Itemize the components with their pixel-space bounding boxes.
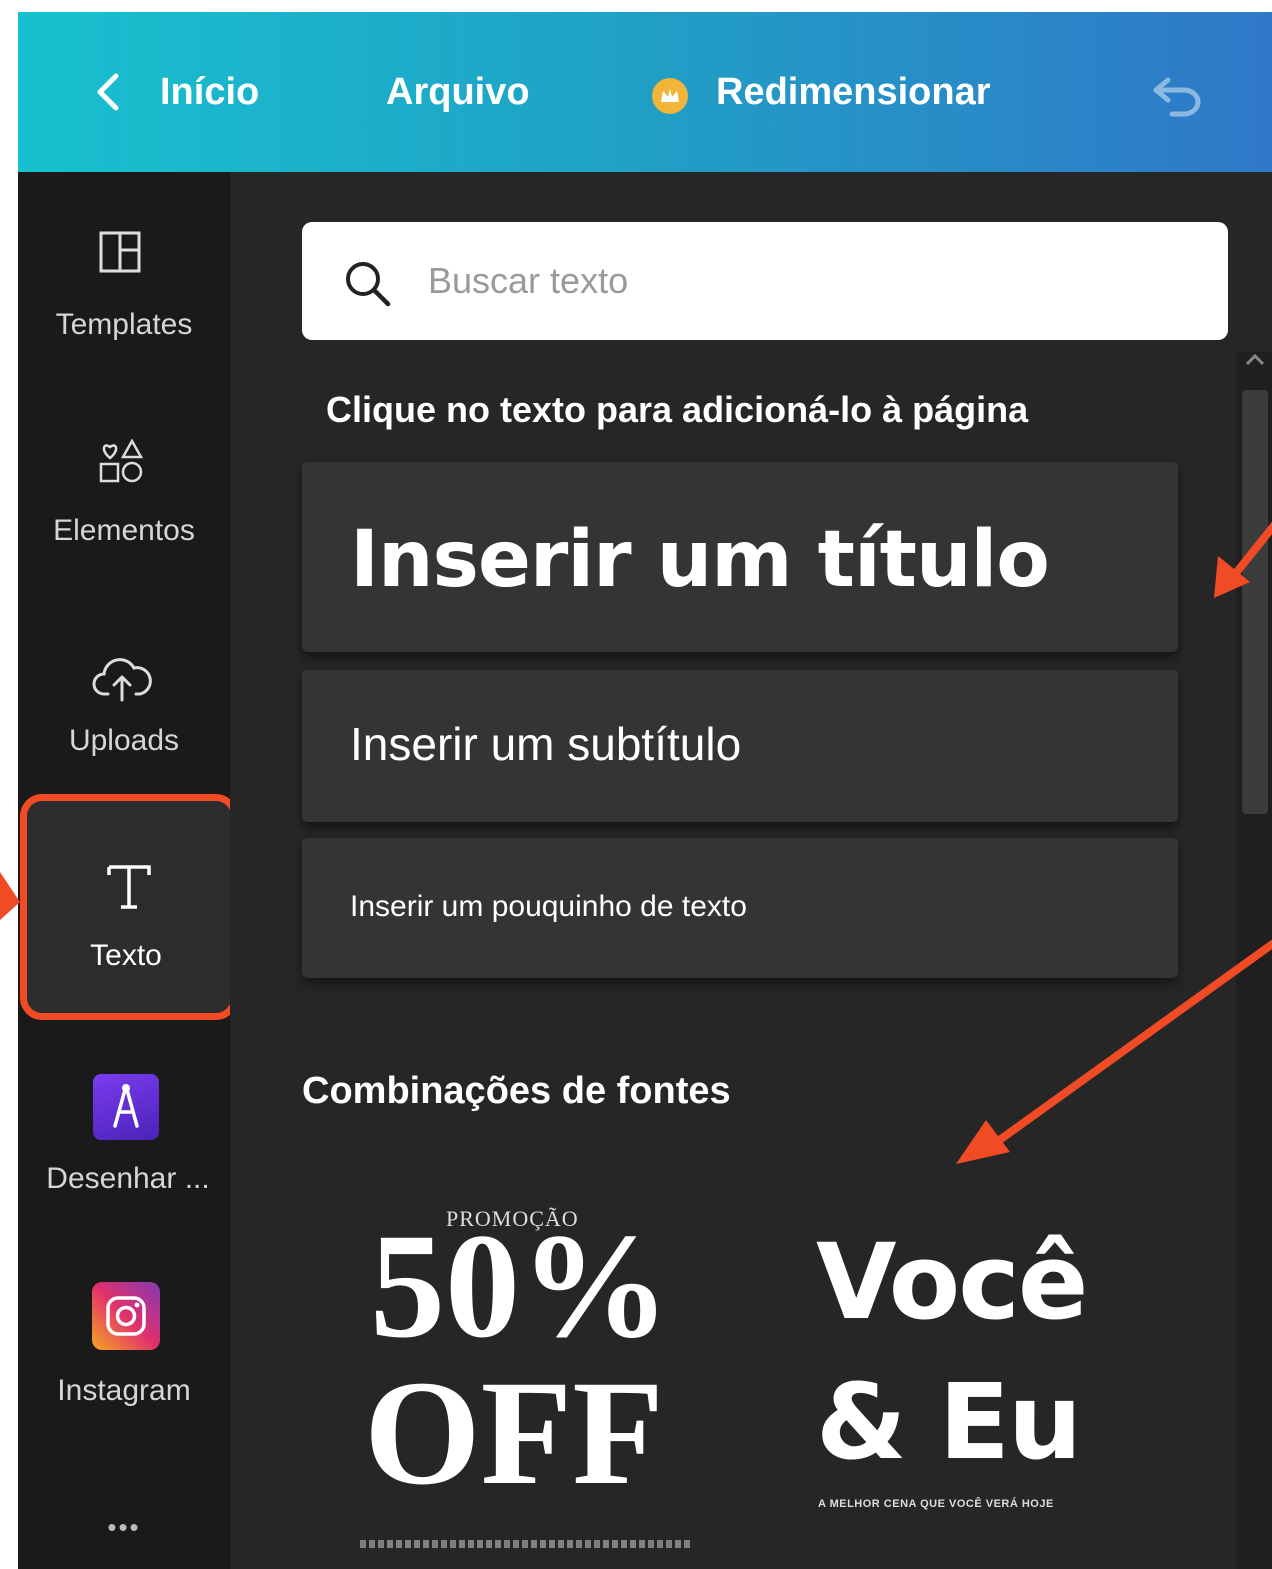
combo-fine-print bbox=[360, 1540, 690, 1548]
draw-app-icon bbox=[93, 1074, 159, 1140]
chevron-left-icon[interactable] bbox=[86, 68, 134, 116]
sidebar-item-instagram[interactable]: Instagram bbox=[18, 1282, 230, 1422]
sidebar: Templates Elementos Uploads Texto Desenh… bbox=[18, 172, 238, 1569]
font-combo-voce-eu[interactable]: Você & Eu A MELHOR CENA QUE VOCÊ VERÁ HO… bbox=[802, 1202, 1162, 1542]
panel-heading: Clique no texto para adicioná-lo à págin… bbox=[326, 389, 1029, 430]
premium-crown-icon bbox=[652, 78, 688, 114]
sidebar-item-uploads[interactable]: Uploads bbox=[18, 652, 230, 792]
scrollbar-thumb[interactable] bbox=[1242, 390, 1268, 814]
sidebar-item-desenhar[interactable]: Desenhar ... bbox=[18, 1074, 230, 1214]
combo-line-1: Você bbox=[816, 1221, 1088, 1343]
add-body-label: Inserir um pouquinho de texto bbox=[350, 890, 747, 923]
sidebar-item-elementos[interactable]: Elementos bbox=[18, 434, 230, 574]
add-title-button[interactable]: Inserir um título bbox=[302, 462, 1178, 652]
upload-cloud-icon bbox=[92, 658, 152, 702]
text-panel: Clique no texto para adicioná-lo à págin… bbox=[230, 172, 1272, 1569]
add-body-text-button[interactable]: Inserir um pouquinho de texto bbox=[302, 838, 1178, 978]
elements-icon bbox=[99, 438, 144, 483]
top-bar: Início Arquivo Redimensionar bbox=[18, 12, 1272, 172]
font-combo-promo[interactable]: PROMOÇÃO 50% OFF bbox=[360, 1182, 690, 1569]
search-icon bbox=[346, 262, 391, 307]
sidebar-item-texto[interactable]: Texto bbox=[20, 794, 238, 1020]
instagram-icon bbox=[92, 1282, 160, 1350]
sidebar-item-label: Instagram bbox=[57, 1374, 191, 1407]
scroll-up-icon[interactable] bbox=[1242, 350, 1268, 370]
sidebar-item-label: Uploads bbox=[68, 724, 180, 757]
font-combinations-heading: Combinações de fontes bbox=[302, 1070, 731, 1112]
resize-button[interactable]: Redimensionar bbox=[716, 68, 991, 116]
sidebar-item-label: Desenhar ... bbox=[46, 1162, 210, 1195]
home-button[interactable]: Início bbox=[160, 68, 259, 116]
more-apps-button[interactable]: ••• bbox=[18, 1512, 230, 1543]
annotation-arrowhead bbox=[0, 872, 20, 920]
combo-big-text-2: OFF bbox=[364, 1350, 664, 1516]
templates-icon bbox=[99, 231, 141, 273]
add-subtitle-label: Inserir um subtítulo bbox=[350, 718, 742, 770]
text-icon bbox=[107, 865, 151, 909]
combo-big-text: 50% bbox=[370, 1203, 670, 1369]
file-menu-button[interactable]: Arquivo bbox=[386, 68, 530, 116]
add-subtitle-button[interactable]: Inserir um subtítulo bbox=[302, 670, 1178, 822]
combo-subline: A MELHOR CENA QUE VOCÊ VERÁ HOJE bbox=[818, 1498, 1054, 1510]
search-box bbox=[302, 222, 1228, 340]
search-input[interactable] bbox=[428, 254, 1188, 308]
sidebar-item-label: Templates bbox=[55, 308, 193, 341]
undo-icon[interactable] bbox=[1148, 70, 1206, 118]
combo-line-2: & Eu bbox=[816, 1361, 1082, 1483]
sidebar-item-templates[interactable]: Templates bbox=[18, 226, 230, 366]
canva-editor: Início Arquivo Redimensionar Templates E… bbox=[18, 12, 1272, 1569]
sidebar-item-label: Texto bbox=[90, 939, 162, 972]
add-title-label: Inserir um título bbox=[350, 515, 1050, 605]
sidebar-item-label: Elementos bbox=[53, 514, 195, 547]
